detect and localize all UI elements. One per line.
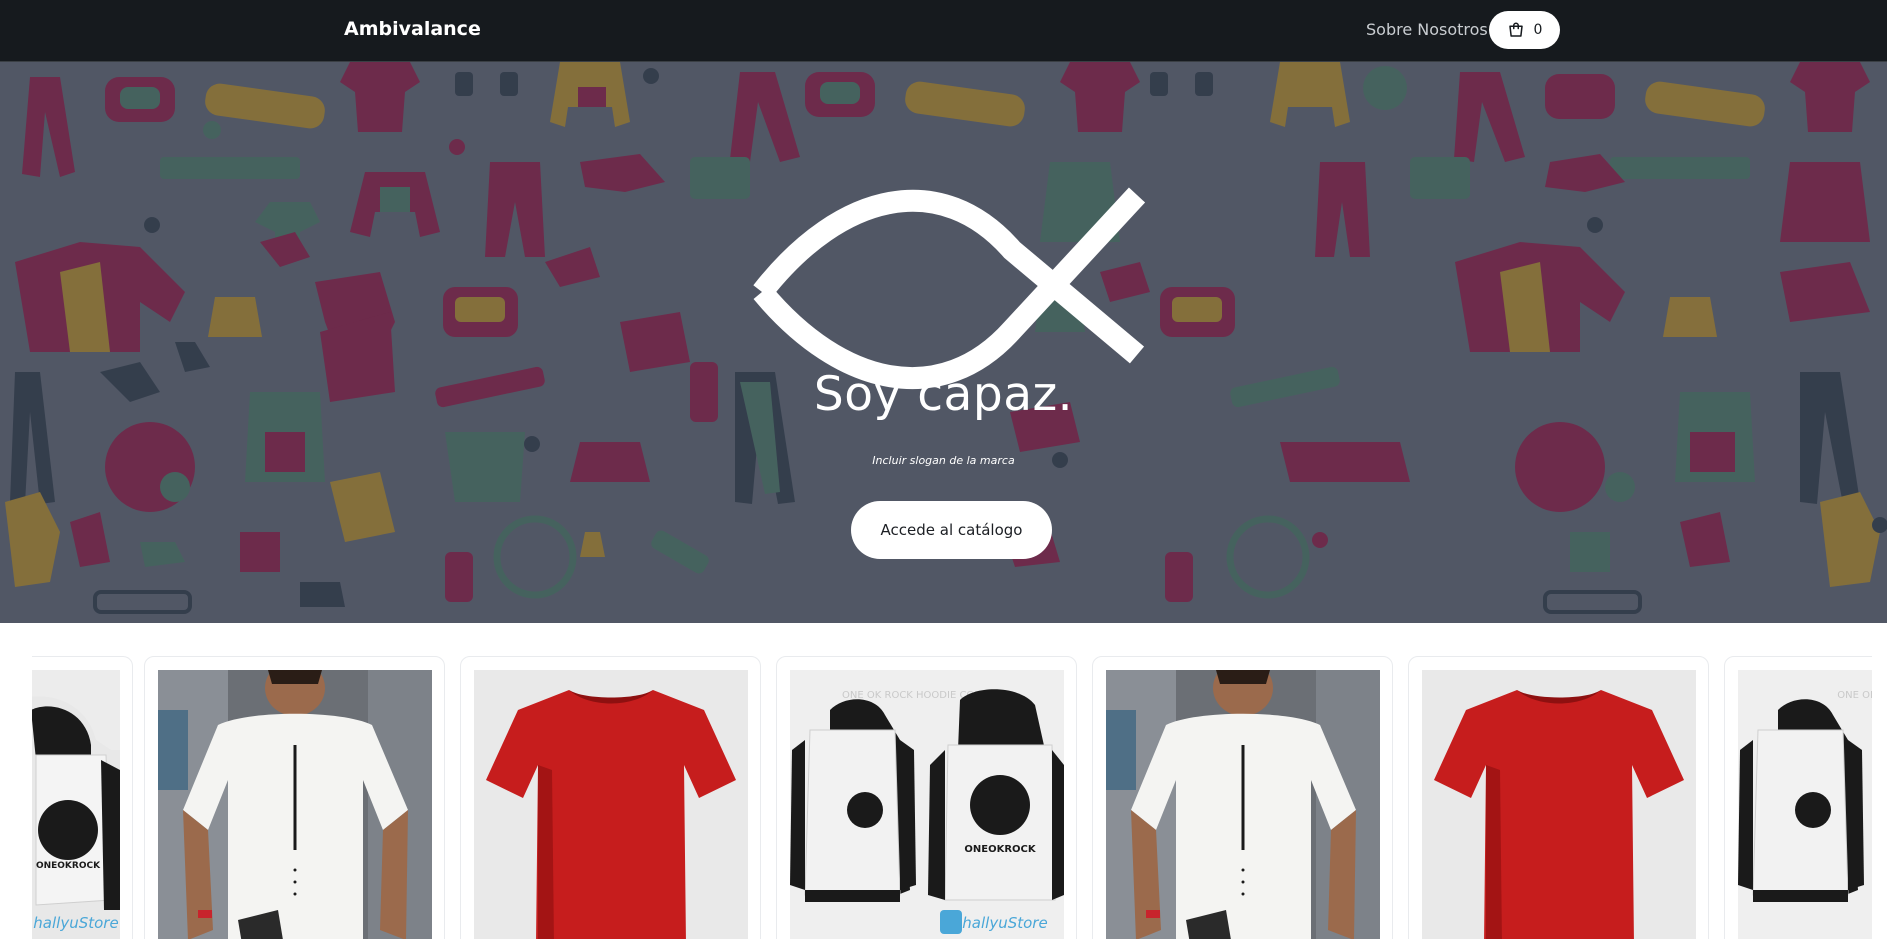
fish-icon: [753, 187, 1146, 390]
product-card[interactable]: [144, 656, 445, 939]
watermark: hallyuStore: [962, 914, 1047, 932]
hero-slogan: Incluir slogan de la marca: [872, 454, 1015, 467]
hero-title: Soy capaz.: [813, 367, 1074, 422]
product-card[interactable]: ONE OK R CODE: [1724, 656, 1872, 939]
brand-logo[interactable]: Ambivalance: [344, 18, 481, 40]
shopping-bag-icon: [1507, 21, 1525, 39]
hero-banner: Soy capaz. Incluir slogan de la marca Ac…: [0, 62, 1887, 623]
product-card[interactable]: [1092, 656, 1393, 939]
product-caption: ONE OK R CODE: [1837, 690, 1872, 701]
product-carousel: ONEOKROCK hallyuStore ONE OK ROCK HOODIE…: [32, 623, 1872, 939]
product-image: [474, 670, 748, 939]
watermark: hallyuStore: [33, 914, 118, 932]
product-card[interactable]: ONE OK ROCK HOODIE CODE : H3 ONEOKROCK h…: [776, 656, 1077, 939]
cart-button[interactable]: 0: [1489, 11, 1560, 49]
product-card[interactable]: [1408, 656, 1709, 939]
product-card[interactable]: ONEOKROCK hallyuStore: [32, 656, 133, 939]
cart-count: 0: [1533, 22, 1543, 38]
about-link[interactable]: Sobre Nosotros: [1366, 20, 1488, 39]
svg-text:ONEOKROCK: ONEOKROCK: [964, 844, 1036, 855]
product-image: [158, 670, 432, 939]
product-image: ONE OK ROCK HOODIE CODE : H3 ONEOKROCK h…: [790, 670, 1064, 939]
product-image: ONEOKROCK hallyuStore: [32, 670, 120, 939]
product-image: ONE OK R CODE: [1738, 670, 1872, 939]
product-card[interactable]: [460, 656, 761, 939]
top-navbar: Ambivalance Sobre Nosotros 0: [0, 0, 1887, 62]
catalog-button[interactable]: Accede al catálogo: [851, 501, 1052, 559]
product-image: [1422, 670, 1696, 939]
product-image: [1106, 670, 1380, 939]
svg-text:ONEOKROCK: ONEOKROCK: [36, 861, 101, 871]
